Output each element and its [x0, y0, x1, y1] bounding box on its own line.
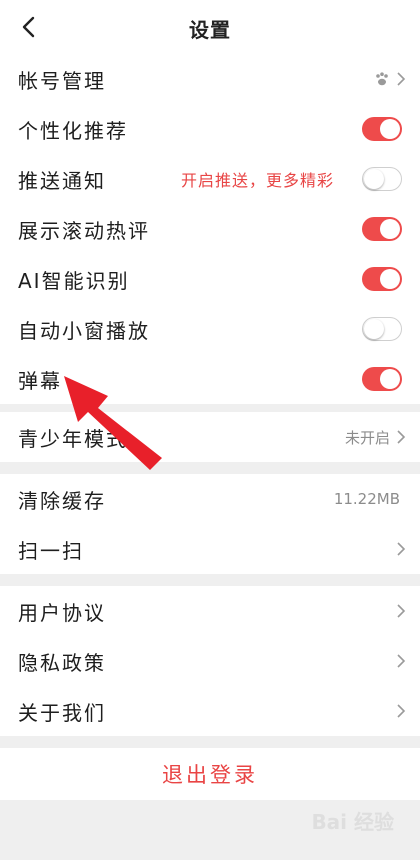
- header-bar: 设置: [0, 0, 420, 54]
- row-personalized-recommend[interactable]: 个性化推荐: [0, 104, 420, 154]
- toggle-switch[interactable]: [362, 117, 402, 141]
- chevron-right-icon: [397, 72, 406, 86]
- row-scan[interactable]: 扫一扫: [0, 524, 420, 574]
- row-account-management[interactable]: 帐号管理: [0, 54, 420, 104]
- row-label: AI智能识别: [18, 268, 130, 293]
- row-label: 清除缓存: [18, 488, 106, 513]
- row-label: 青少年模式: [18, 426, 128, 451]
- row-label: 个性化推荐: [18, 118, 128, 143]
- row-label: 用户协议: [18, 600, 106, 625]
- row-label: 帐号管理: [18, 68, 106, 93]
- row-scrolling-comments[interactable]: 展示滚动热评: [0, 204, 420, 254]
- row-privacy-policy[interactable]: 隐私政策: [0, 636, 420, 686]
- row-about-us[interactable]: 关于我们: [0, 686, 420, 736]
- row-clear-cache[interactable]: 清除缓存 11.22MB: [0, 474, 420, 524]
- row-ai-recognition[interactable]: AI智能识别: [0, 254, 420, 304]
- logout-button[interactable]: 退出登录: [0, 748, 420, 800]
- row-auto-mini-window[interactable]: 自动小窗播放: [0, 304, 420, 354]
- toggle-switch[interactable]: [362, 267, 402, 291]
- toggle-switch[interactable]: [362, 167, 402, 191]
- chevron-right-icon: [397, 604, 406, 618]
- row-label: 关于我们: [18, 700, 106, 725]
- chevron-right-icon: [397, 542, 406, 556]
- settings-group-general: 帐号管理 个性化推荐 推送通知 开启推送，更多精彩 展示滚动热评 AI智能识别 …: [0, 54, 420, 404]
- row-label: 弹幕: [18, 368, 62, 393]
- row-youth-mode[interactable]: 青少年模式 未开启: [0, 412, 420, 462]
- settings-group-about: 用户协议 隐私政策 关于我们: [0, 586, 420, 736]
- push-hint-text: 开启推送，更多精彩: [181, 171, 335, 190]
- settings-group-tools: 清除缓存 11.22MB 扫一扫: [0, 474, 420, 574]
- chevron-right-icon: [397, 430, 406, 444]
- row-push-notification[interactable]: 推送通知 开启推送，更多精彩: [0, 154, 420, 204]
- row-label: 推送通知: [18, 168, 106, 193]
- toggle-switch[interactable]: [362, 317, 402, 341]
- watermark-text: Bai 经验: [311, 810, 394, 834]
- toggle-switch[interactable]: [362, 217, 402, 241]
- youth-mode-status: 未开启: [344, 428, 390, 447]
- row-label: 隐私政策: [18, 650, 106, 675]
- baidu-watermark: Bai 经验: [311, 806, 394, 835]
- cache-size: 11.22MB: [333, 490, 400, 508]
- row-user-agreement[interactable]: 用户协议: [0, 586, 420, 636]
- row-danmaku[interactable]: 弹幕: [0, 354, 420, 404]
- logout-label: 退出登录: [162, 763, 258, 787]
- paw-icon: [376, 72, 388, 86]
- settings-group-youth: 青少年模式 未开启: [0, 412, 420, 462]
- page-title: 设置: [189, 18, 231, 42]
- row-label: 展示滚动热评: [18, 218, 150, 243]
- chevron-right-icon: [397, 704, 406, 718]
- row-label: 扫一扫: [18, 538, 84, 563]
- row-label: 自动小窗播放: [18, 318, 150, 343]
- toggle-switch[interactable]: [362, 367, 402, 391]
- chevron-right-icon: [397, 654, 406, 668]
